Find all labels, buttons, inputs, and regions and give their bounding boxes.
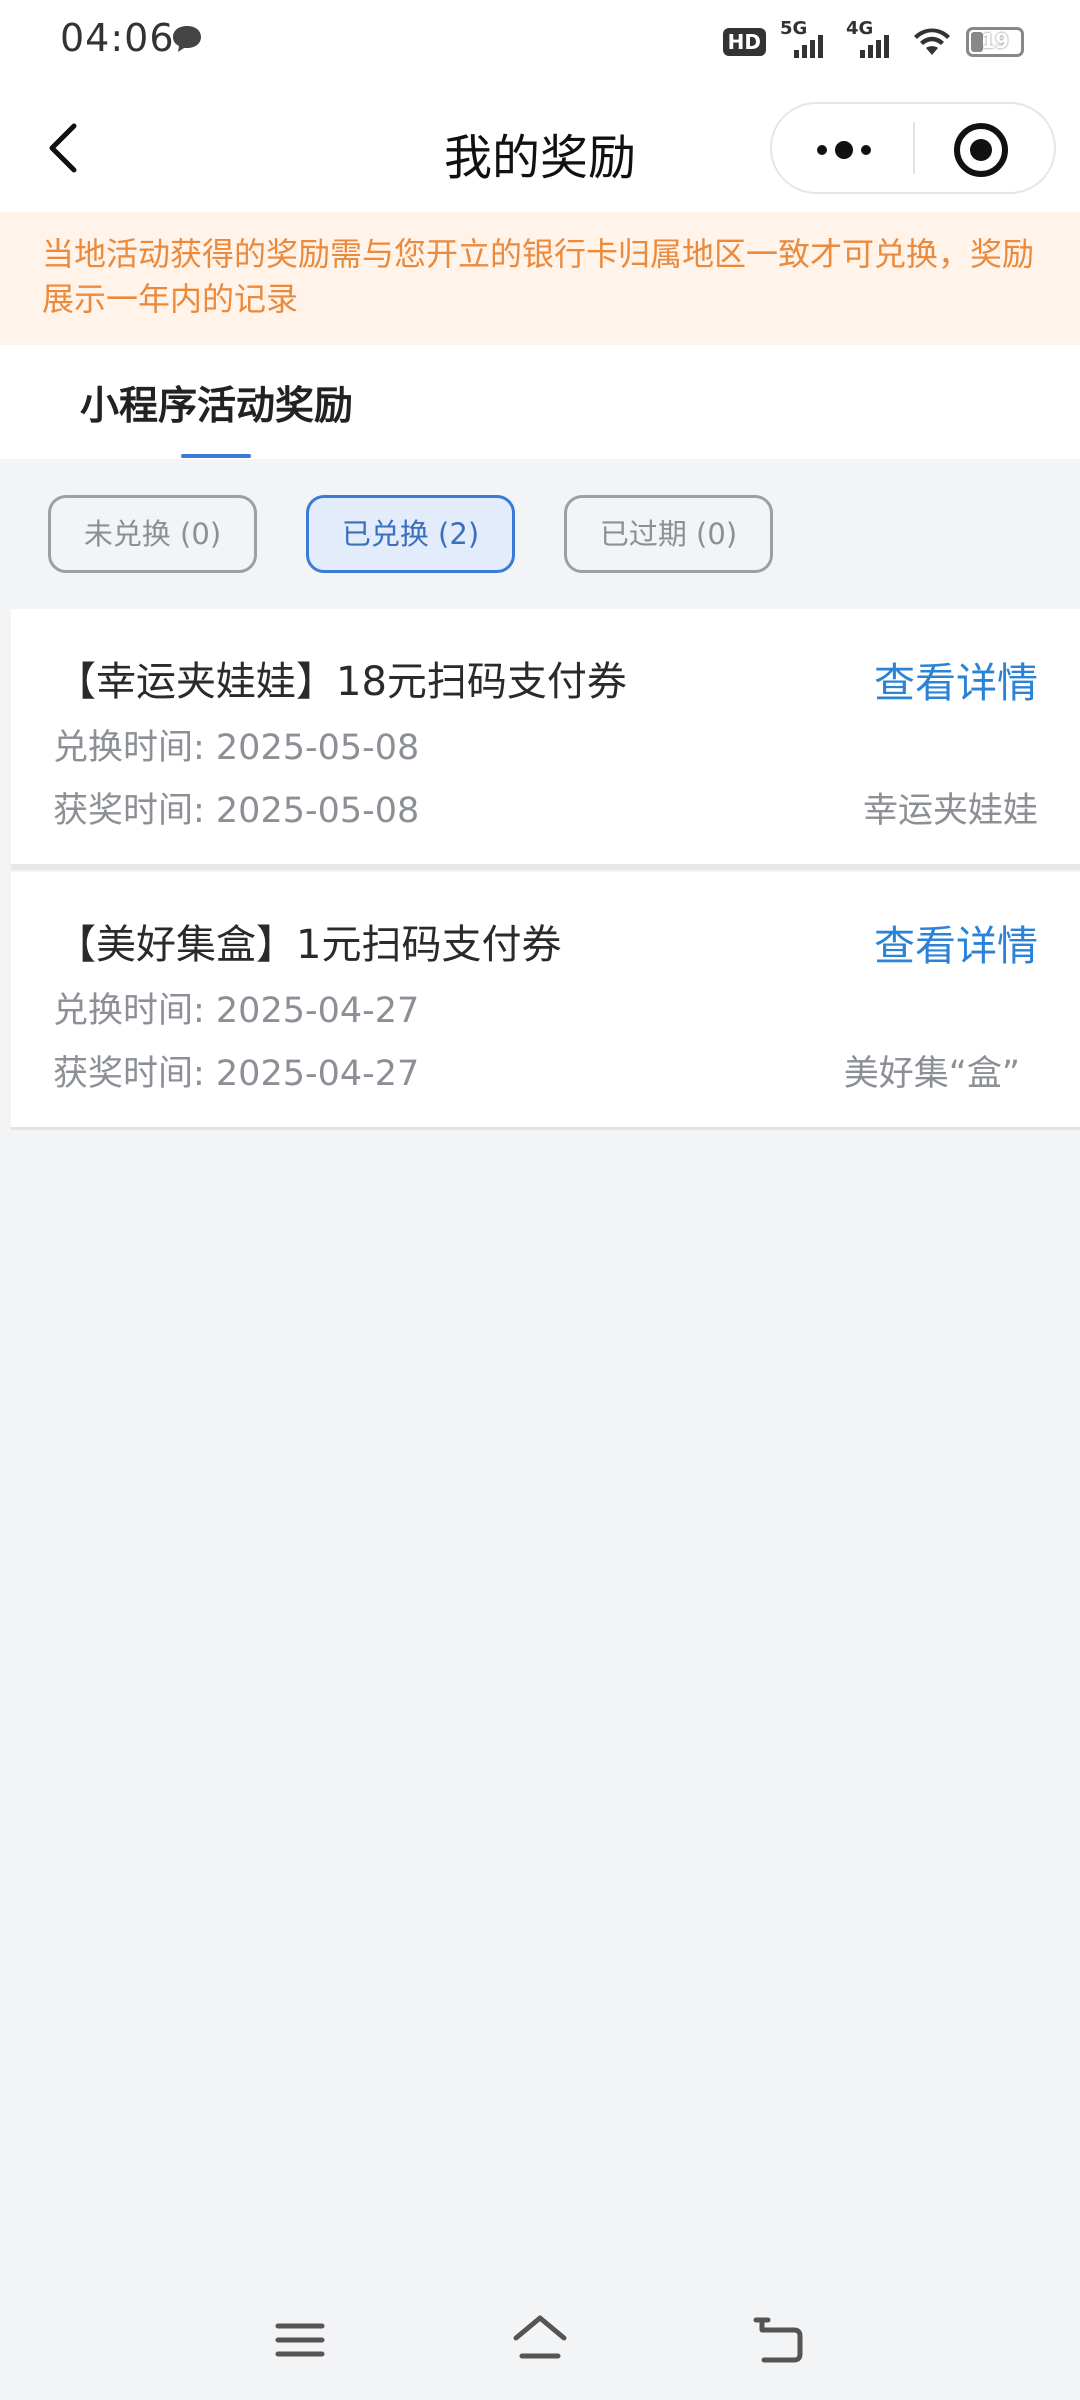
tab-active-indicator <box>181 454 251 458</box>
filter-unredeemed[interactable]: 未兑换 (0) <box>48 495 257 573</box>
tab-mini-program-rewards[interactable]: 小程序活动奖励 <box>80 375 353 431</box>
reward-source: 美好集“盒” <box>843 1054 1020 1094</box>
menu-icon[interactable] <box>268 2308 332 2372</box>
reward-title: 【美好集盒】1元扫码支付券 <box>56 922 562 968</box>
award-time: 获奖时间: 2025-05-08 <box>53 791 420 831</box>
reward-card: 【幸运夹娃娃】18元扫码支付券 查看详情 兑换时间: 2025-05-08 获奖… <box>11 609 1080 870</box>
signal-5g-icon: 5G <box>780 18 832 62</box>
status-icons: HD 5G 4G 19 <box>722 18 1024 66</box>
view-details-link[interactable]: 查看详情 <box>874 649 1038 709</box>
target-circle-icon[interactable] <box>911 104 1054 192</box>
battery-level: 19 <box>981 29 1009 53</box>
redeem-time: 兑换时间: 2025-05-08 <box>53 728 420 768</box>
message-bubble-icon <box>173 26 201 52</box>
return-icon[interactable] <box>748 2308 812 2372</box>
redeem-time: 兑换时间: 2025-04-27 <box>53 991 420 1031</box>
reward-title: 【幸运夹娃娃】18元扫码支付券 <box>56 659 627 705</box>
filter-redeemed[interactable]: 已兑换 (2) <box>306 495 515 573</box>
wifi-icon <box>914 28 950 55</box>
system-navigation-bar <box>0 2272 1080 2400</box>
filter-expired[interactable]: 已过期 (0) <box>564 495 773 573</box>
tab-bar: 小程序活动奖励 <box>0 345 1080 459</box>
reward-source: 幸运夹娃娃 <box>862 791 1038 831</box>
view-details-link[interactable]: 查看详情 <box>874 912 1038 972</box>
more-dots-icon[interactable] <box>772 104 915 192</box>
hd-badge: HD <box>722 28 766 56</box>
home-icon[interactable] <box>508 2308 572 2372</box>
reward-card: 【美好集盒】1元扫码支付券 查看详情 兑换时间: 2025-04-27 获奖时间… <box>11 872 1080 1130</box>
filter-chips: 未兑换 (0) 已兑换 (2) 已过期 (0) <box>48 495 773 573</box>
status-time: 04:06 <box>60 16 175 60</box>
signal-4g-icon: 4G <box>846 18 898 62</box>
notice-banner: 当地活动获得的奖励需与您开立的银行卡归属地区一致才可兑换，奖励展示一年内的记录 <box>0 212 1080 345</box>
battery-icon: 19 <box>966 27 1024 57</box>
status-bar: 04:06 HD 5G 4G 19 <box>0 0 1080 84</box>
award-time: 获奖时间: 2025-04-27 <box>53 1054 420 1094</box>
navigation-bar: 我的奖励 <box>0 84 1080 212</box>
mini-program-capsule <box>770 102 1056 194</box>
